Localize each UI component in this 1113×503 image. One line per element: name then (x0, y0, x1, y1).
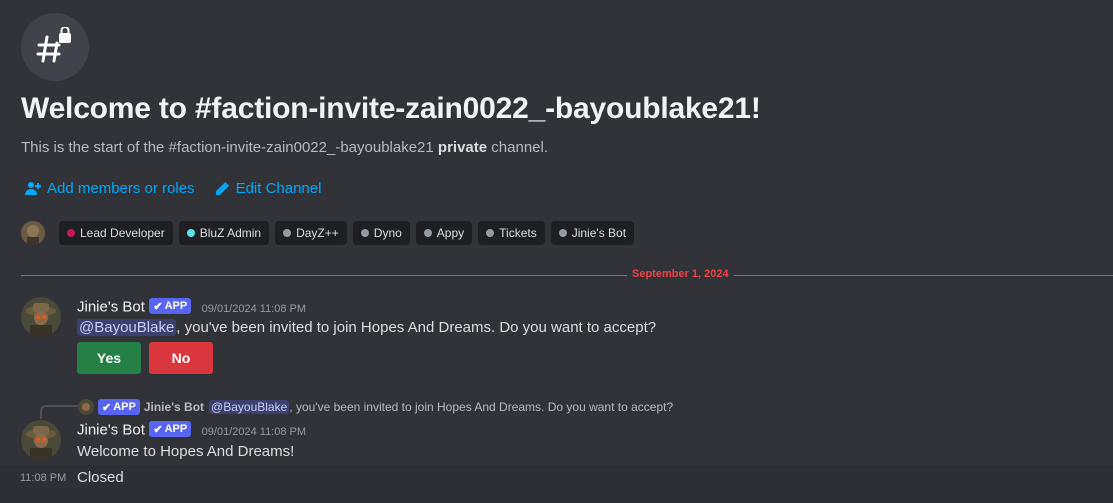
role-name: Tickets (499, 226, 537, 240)
reply-preview[interactable]: ✔ APP Jinie's Bot @BayouBlake, you've bee… (78, 399, 673, 415)
channel-hash-lock-icon (21, 13, 89, 81)
app-badge: ✔ APP (98, 399, 140, 415)
pencil-icon (215, 181, 229, 196)
member-avatar[interactable] (21, 221, 45, 245)
reply-avatar (78, 399, 94, 415)
bot-avatar[interactable] (21, 420, 61, 460)
intro-private: private (437, 139, 488, 156)
role-name: Appy (436, 226, 465, 240)
bot-avatar[interactable] (21, 297, 61, 337)
message-text: , you've been invited to join Hopes And … (176, 319, 657, 336)
app-badge-label: APP (164, 300, 188, 312)
message-content: @BayouBlake, you've been invited to join… (77, 319, 656, 336)
role-pill[interactable]: Jinie's Bot (550, 221, 635, 245)
edit-channel-label: Edit Channel (235, 180, 322, 197)
role-color-dot (486, 229, 495, 237)
role-color-dot (186, 229, 195, 237)
role-pill[interactable]: Lead Developer (59, 221, 173, 245)
message-content: Closed (77, 469, 124, 486)
channel-welcome-title: Welcome to #faction-invite-zain0022_-bay… (21, 92, 761, 125)
app-badge: ✔ APP (149, 421, 192, 437)
channel-intro-text: This is the start of the #faction-invite… (21, 139, 548, 156)
channel-actions: Add members or roles Edit Channel (25, 180, 321, 197)
message-row-hovered[interactable] (0, 465, 1113, 503)
reply-author: Jinie's Bot (143, 400, 205, 414)
user-mention: @BayouBlake (209, 400, 290, 414)
message-hover-timestamp[interactable]: 11:08 PM (20, 472, 66, 484)
message-timestamp[interactable]: 09/01/2024 11:08 PM (202, 426, 306, 438)
role-color-dot (283, 229, 292, 237)
channel-roles-row: Lead Developer BluZ Admin DayZ++ Dyno Ap… (21, 221, 635, 245)
checkmark-icon: ✔ (153, 300, 163, 313)
checkmark-icon: ✔ (102, 401, 112, 414)
reply-connector (40, 405, 78, 419)
role-color-dot (67, 229, 75, 237)
edit-channel-button[interactable]: Edit Channel (215, 180, 322, 197)
message-header: Jinie's Bot ✔ APP 09/01/2024 11:08 PM (77, 421, 306, 440)
role-pill[interactable]: BluZ Admin (178, 221, 270, 245)
reply-text: , you've been invited to join Hopes And … (289, 400, 674, 414)
role-name: Dyno (373, 226, 402, 240)
role-color-dot (423, 229, 432, 237)
add-member-icon (25, 181, 41, 195)
role-pill[interactable]: Appy (415, 221, 473, 245)
role-name: Jinie's Bot (571, 226, 627, 240)
message-author[interactable]: Jinie's Bot (77, 422, 145, 439)
role-color-dot (360, 229, 369, 237)
yes-button[interactable]: Yes (77, 342, 141, 374)
app-badge-label: APP (164, 423, 188, 435)
add-members-button[interactable]: Add members or roles (25, 180, 195, 197)
role-name: DayZ++ (296, 226, 339, 240)
date-divider-line (21, 275, 1113, 276)
intro-end: channel. (487, 139, 549, 156)
app-badge: ✔ APP (149, 298, 192, 314)
intro-start: This is the start of the #faction-invite… (21, 139, 438, 156)
checkmark-icon: ✔ (153, 423, 163, 436)
message-content: Welcome to Hopes And Dreams! (77, 443, 295, 460)
add-members-label: Add members or roles (47, 180, 195, 197)
role-pill[interactable]: Dyno (352, 221, 410, 245)
message-timestamp[interactable]: 09/01/2024 11:08 PM (202, 303, 306, 315)
role-name: Lead Developer (80, 226, 165, 240)
app-badge-label: APP (113, 401, 136, 413)
role-pill[interactable]: DayZ++ (275, 221, 347, 245)
role-pill[interactable]: Tickets (478, 221, 545, 245)
no-button[interactable]: No (149, 342, 213, 374)
role-color-dot (558, 229, 567, 237)
message-header: Jinie's Bot ✔ APP 09/01/2024 11:08 PM (77, 298, 306, 317)
message-author[interactable]: Jinie's Bot (77, 299, 145, 316)
role-name: BluZ Admin (199, 226, 262, 240)
user-mention[interactable]: @BayouBlake (77, 319, 177, 336)
date-divider-label: September 1, 2024 (627, 268, 734, 280)
